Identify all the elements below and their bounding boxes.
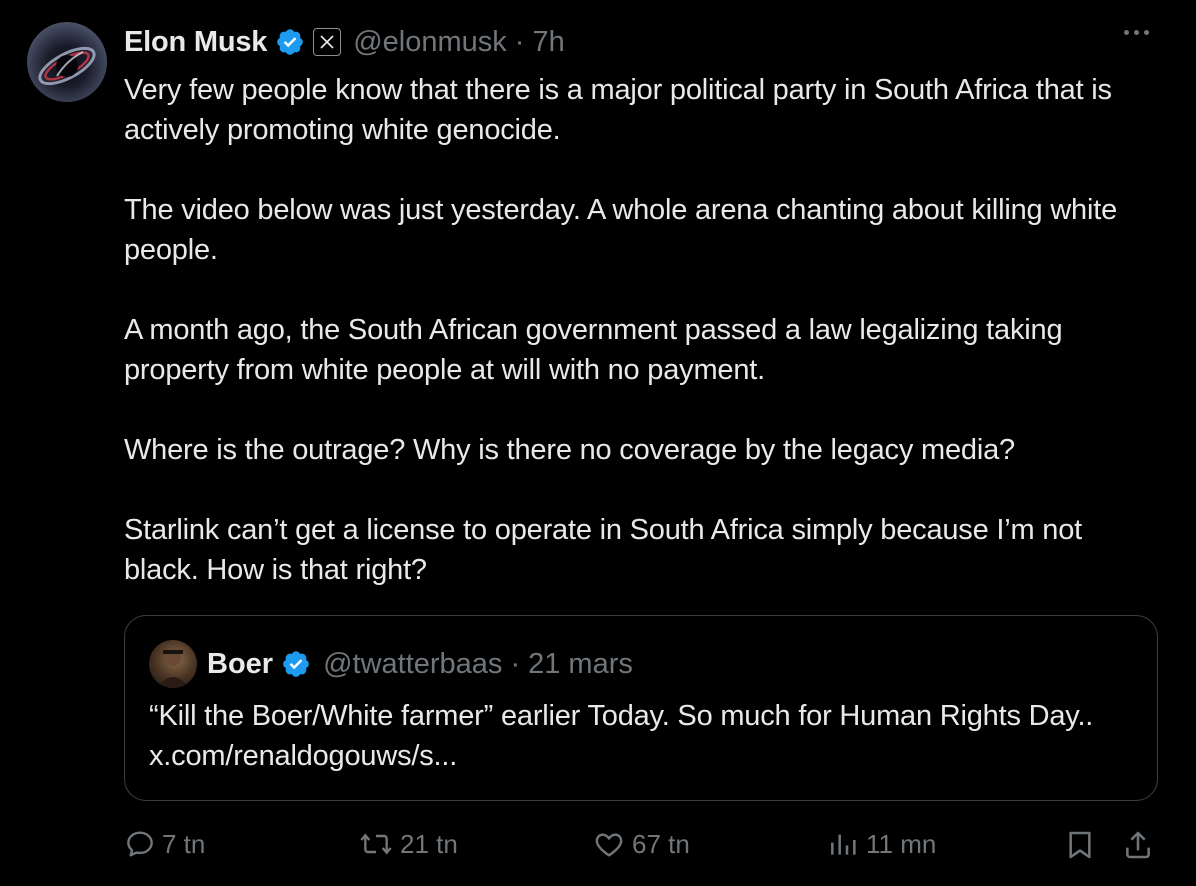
quoted-tweet-date[interactable]: 21 mars — [528, 648, 633, 681]
bookmark-icon — [1069, 831, 1091, 859]
tweet-paragraph: Starlink can’t get a license to operate … — [124, 514, 1083, 586]
views-icon — [831, 834, 856, 855]
reply-count: 7 tn — [162, 828, 206, 859]
bookmark-button[interactable] — [1064, 828, 1096, 862]
tweet-text: Very few people know that there is a maj… — [124, 70, 1154, 590]
action-bar: 7 tn 21 tn 67 tn 11 mn — [0, 826, 1196, 870]
repost-count: 21 tn — [400, 828, 458, 859]
avatar-image — [38, 46, 96, 86]
tweet-paragraph: Where is the outrage? Why is there no co… — [124, 434, 1015, 466]
tweet-paragraph: The video below was just yesterday. A wh… — [124, 194, 1118, 266]
more-icon[interactable] — [1124, 30, 1149, 35]
author-name[interactable]: Elon Musk — [124, 26, 267, 59]
author-handle[interactable]: @elonmusk — [353, 26, 507, 59]
like-button[interactable]: 67 tn — [592, 828, 690, 860]
share-icon — [1126, 831, 1150, 859]
share-button[interactable] — [1122, 828, 1154, 862]
views-count: 11 mn — [866, 828, 937, 859]
repost-icon — [360, 833, 392, 855]
separator-dot: · — [514, 25, 525, 58]
quoted-tweet-header: Boer @twatterbaas · 21 mars — [207, 644, 633, 684]
repost-button[interactable]: 21 tn — [358, 828, 458, 860]
like-count: 67 tn — [632, 828, 690, 859]
quoted-tweet[interactable]: Boer @twatterbaas · 21 mars “Kill the Bo… — [124, 615, 1158, 801]
quoted-avatar-image — [157, 650, 189, 688]
quoted-tweet-text: “Kill the Boer/White farmer” earlier Tod… — [149, 700, 1094, 772]
quoted-author-name[interactable]: Boer — [207, 648, 273, 681]
quoted-author-handle[interactable]: @twatterbaas — [323, 648, 502, 681]
separator-dot: · — [510, 647, 521, 680]
reply-button[interactable]: 7 tn — [124, 828, 205, 860]
author-avatar[interactable] — [27, 22, 107, 102]
tweet-time[interactable]: 7h — [532, 26, 564, 59]
heart-icon — [595, 833, 623, 857]
verified-badge-icon[interactable] — [275, 27, 305, 57]
tweet-paragraph: A month ago, the South African governmen… — [124, 314, 1063, 386]
x-affiliate-icon[interactable] — [313, 28, 342, 56]
tweet-paragraph: Very few people know that there is a maj… — [124, 74, 1112, 146]
tweet-header: Elon Musk @elonmusk · 7h — [124, 22, 565, 62]
verified-badge-icon[interactable] — [281, 649, 311, 679]
reply-icon — [127, 831, 153, 857]
views-button[interactable]: 11 mn — [826, 828, 936, 860]
quoted-author-avatar[interactable] — [149, 640, 197, 688]
